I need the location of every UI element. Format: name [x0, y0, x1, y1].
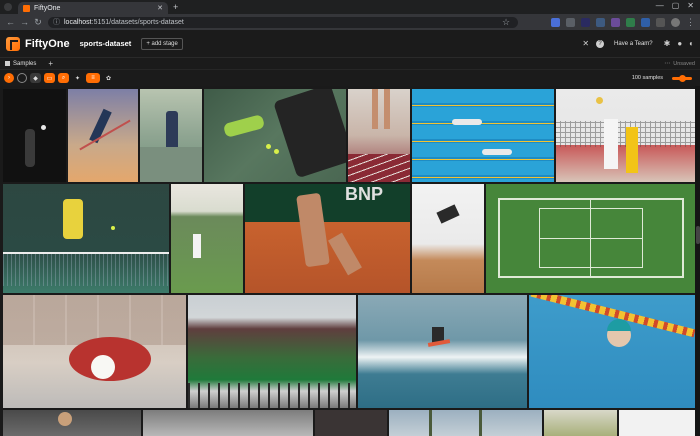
- back-icon[interactable]: ←: [6, 17, 15, 27]
- new-tab-icon[interactable]: +: [173, 2, 178, 12]
- have-a-team-button[interactable]: Have a Team?: [614, 41, 653, 47]
- sample-tile[interactable]: [171, 184, 243, 293]
- browser-menu-button[interactable]: [4, 3, 12, 11]
- extension-icon[interactable]: [566, 17, 575, 27]
- site-info-icon[interactable]: ⓘ: [53, 17, 60, 27]
- browser-tab-bar: FiftyOne ✕ + — ▢ ✕: [0, 0, 700, 14]
- sample-tile[interactable]: [3, 410, 141, 436]
- grid-icon: [5, 61, 10, 66]
- sample-tile[interactable]: [315, 410, 387, 436]
- window-close-icon[interactable]: ✕: [687, 1, 694, 10]
- extension-icon[interactable]: [641, 17, 650, 27]
- close-icon[interactable]: ✕: [582, 39, 589, 48]
- label-tag-icon[interactable]: ▭: [44, 73, 55, 83]
- sample-tile[interactable]: [143, 410, 313, 436]
- slack-icon[interactable]: ✱: [664, 39, 671, 48]
- sample-tile[interactable]: [544, 410, 617, 436]
- extension-icon[interactable]: [596, 17, 605, 27]
- sample-grid: BNP: [0, 86, 700, 436]
- settings-icon[interactable]: ✿: [103, 73, 114, 83]
- unsaved-indicator-icon: ⋯: [664, 61, 671, 67]
- sample-tile[interactable]: [358, 295, 527, 408]
- fiftyone-logo-icon[interactable]: [6, 36, 20, 51]
- sample-tile[interactable]: [3, 89, 66, 182]
- sample-tile[interactable]: [3, 295, 186, 408]
- sample-count: 100 samples: [631, 75, 663, 81]
- grid-scrollbar[interactable]: [695, 86, 700, 436]
- tab-title: FiftyOne: [34, 4, 61, 12]
- grid-toolbar: › ◆ ▭ ⌕ ✦ ≡ ✿ 100 samples: [0, 70, 700, 86]
- sample-tile[interactable]: [140, 89, 202, 182]
- tab-close-icon[interactable]: ✕: [157, 4, 163, 12]
- bookmark-star-icon[interactable]: ☆: [502, 17, 510, 28]
- sample-tile[interactable]: BNP: [245, 184, 410, 293]
- chevron-right-icon[interactable]: ›: [4, 73, 14, 83]
- sample-tile[interactable]: [486, 184, 697, 293]
- app-header: FiftyOne sports-dataset + add stage ✕ ? …: [0, 30, 700, 58]
- sample-tile[interactable]: [556, 89, 697, 182]
- fiftyone-favicon-icon: [23, 4, 30, 12]
- app-brand[interactable]: FiftyOne: [25, 38, 70, 50]
- theme-icon[interactable]: ◐: [689, 39, 694, 48]
- palette-icon[interactable]: [17, 73, 27, 83]
- similarity-icon[interactable]: ≡: [86, 73, 100, 83]
- sample-tile[interactable]: [529, 295, 697, 408]
- search-icon[interactable]: ⌕: [58, 73, 69, 83]
- github-icon[interactable]: ●: [677, 39, 682, 48]
- sample-tile[interactable]: [3, 184, 169, 293]
- sample-tile[interactable]: [619, 410, 697, 436]
- sample-tile[interactable]: [412, 89, 554, 182]
- sample-tile[interactable]: [204, 89, 346, 182]
- panel-tabs: Samples + ⋯ Unsaved: [0, 58, 700, 70]
- tag-icon[interactable]: ◆: [30, 73, 41, 83]
- tab-samples[interactable]: Samples: [13, 61, 36, 67]
- profile-avatar-icon[interactable]: [671, 17, 680, 27]
- sample-tile[interactable]: [188, 295, 356, 408]
- sample-tile[interactable]: [412, 184, 484, 293]
- add-stage-input[interactable]: + add stage: [141, 37, 183, 50]
- extension-translate-icon[interactable]: [551, 17, 560, 27]
- unsaved-label: Unsaved: [673, 60, 695, 67]
- help-icon[interactable]: ?: [596, 39, 605, 48]
- zoom-slider-handle[interactable]: [678, 74, 686, 82]
- maximize-icon[interactable]: ▢: [672, 1, 680, 10]
- extensions-puzzle-icon[interactable]: [656, 17, 665, 27]
- forward-icon[interactable]: →: [20, 17, 29, 27]
- sample-tile[interactable]: [389, 410, 542, 436]
- add-panel-icon[interactable]: +: [48, 59, 53, 68]
- dataset-selector[interactable]: sports-dataset: [80, 39, 132, 48]
- extension-icon[interactable]: [581, 17, 590, 27]
- patches-icon[interactable]: ✦: [72, 73, 83, 83]
- zoom-slider[interactable]: [672, 74, 692, 82]
- reload-icon[interactable]: ↻: [34, 17, 42, 28]
- extension-icon[interactable]: [626, 17, 635, 27]
- address-bar[interactable]: ⓘ localhost:5151/datasets/sports-dataset: [48, 16, 518, 28]
- browser-tab[interactable]: FiftyOne ✕: [18, 2, 168, 14]
- browser-toolbar: ← → ↻ ⓘ localhost:5151/datasets/sports-d…: [0, 14, 700, 30]
- minimize-icon[interactable]: —: [656, 1, 664, 10]
- url-text: localhost:5151/datasets/sports-dataset: [64, 18, 184, 26]
- sample-tile[interactable]: [348, 89, 410, 182]
- sample-tile[interactable]: [68, 89, 138, 182]
- scrollbar-thumb[interactable]: [696, 226, 700, 244]
- browser-more-icon[interactable]: ⋮: [686, 17, 695, 28]
- extension-icon[interactable]: [611, 17, 620, 27]
